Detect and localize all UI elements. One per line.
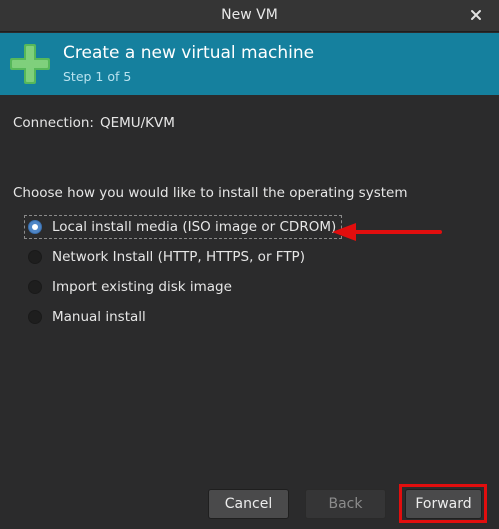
add-vm-plus-icon xyxy=(10,44,50,84)
radio-import-disk-image[interactable]: Import existing disk image xyxy=(28,275,232,299)
window-title: New VM xyxy=(221,7,278,23)
annotation-arrow-icon xyxy=(332,223,442,241)
radio-label[interactable]: Network Install (HTTP, HTTPS, or FTP) xyxy=(52,249,305,265)
radio-label[interactable]: Local install media (ISO image or CDROM) xyxy=(52,219,336,235)
radio-manual-install[interactable]: Manual install xyxy=(28,305,146,329)
radio-button[interactable] xyxy=(28,310,42,324)
radio-label[interactable]: Manual install xyxy=(52,309,146,325)
radio-button-selected[interactable] xyxy=(28,220,42,234)
radio-network-install[interactable]: Network Install (HTTP, HTTPS, or FTP) xyxy=(28,245,305,269)
radio-button[interactable] xyxy=(28,250,42,264)
close-icon[interactable] xyxy=(467,6,485,24)
connection-row: Connection: QEMU/KVM xyxy=(13,115,175,131)
radio-button[interactable] xyxy=(28,280,42,294)
radio-local-install-media[interactable]: Local install media (ISO image or CDROM) xyxy=(24,215,343,239)
connection-label: Connection: xyxy=(13,115,94,131)
install-method-prompt: Choose how you would like to install the… xyxy=(13,185,408,201)
window-titlebar: New VM xyxy=(0,0,499,32)
connection-value: QEMU/KVM xyxy=(99,115,175,131)
wizard-header-banner: Create a new virtual machine Step 1 of 5 xyxy=(0,33,499,95)
radio-label[interactable]: Import existing disk image xyxy=(52,279,232,295)
wizard-heading: Create a new virtual machine xyxy=(63,43,315,63)
wizard-step-indicator: Step 1 of 5 xyxy=(63,69,132,84)
annotation-highlight-box xyxy=(399,484,487,523)
cancel-button[interactable]: Cancel xyxy=(208,489,289,519)
back-button: Back xyxy=(305,489,386,519)
